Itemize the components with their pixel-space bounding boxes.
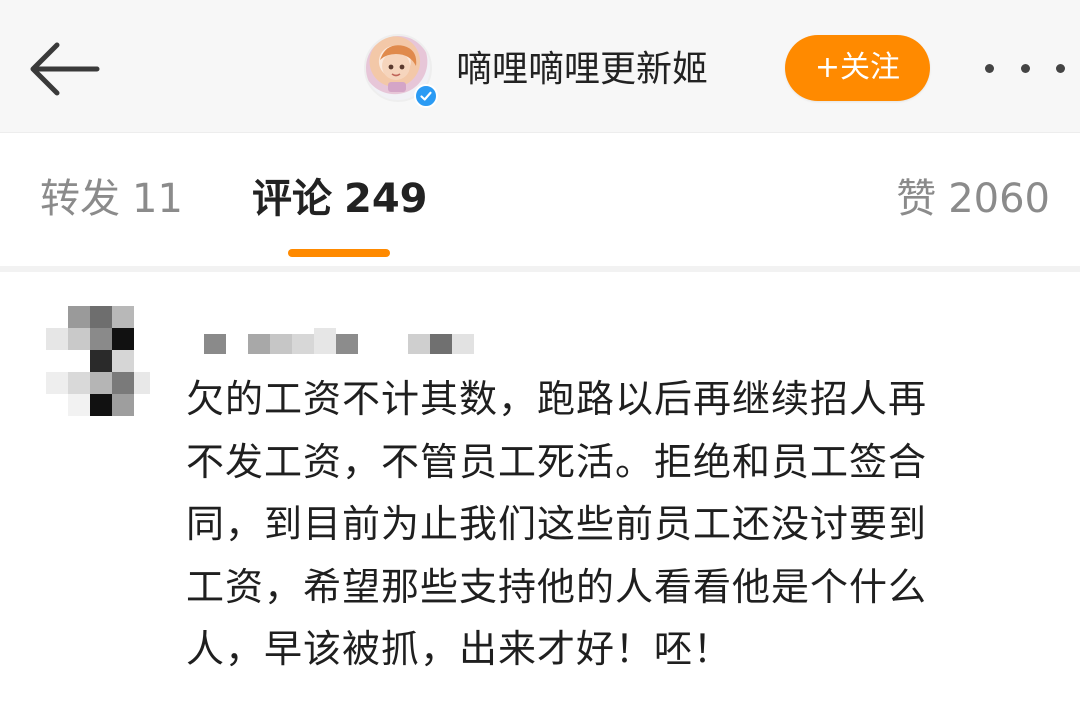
interaction-tabs: 转发 11 评论 249 赞 2060: [0, 132, 1080, 267]
weibo-post-comments-page: 嘀哩嘀哩更新姬 +关注 转发 11 评论 249 赞 2060 欠的工资不计其数…: [0, 0, 1080, 705]
tab-reposts[interactable]: 转发 11: [40, 169, 183, 229]
top-bar: 嘀哩嘀哩更新姬 +关注: [0, 0, 1080, 132]
tab-reposts-count: 11: [132, 176, 183, 222]
more-dots-icon: [1020, 63, 1030, 73]
comment-line: 欠的工资不计其数，跑路以后再继续招人再: [186, 377, 928, 421]
comment-line: 同，到目前为止我们这些前员工还没讨要到: [186, 502, 928, 546]
tab-likes-label: 赞: [896, 176, 937, 222]
commenter-name-pixelated[interactable]: [200, 328, 500, 358]
tab-comments-count: 249: [344, 176, 428, 222]
author-username[interactable]: 嘀哩嘀哩更新姬: [456, 46, 708, 94]
author-avatar[interactable]: [364, 34, 438, 108]
section-divider: [0, 266, 1080, 272]
comment-line: 不发工资，不管员工死活。拒绝和员工签合: [186, 439, 928, 484]
tab-likes-count: 2060: [948, 176, 1050, 222]
comment-line: 人，早该被抓，出来才好！呸！: [186, 627, 733, 671]
more-options-button[interactable]: [985, 48, 1065, 88]
tab-likes[interactable]: 赞 2060: [896, 169, 1050, 229]
comment-body: 欠的工资不计其数，跑路以后再继续招人再 不发工资，不管员工死活。拒绝和员工签合 …: [186, 368, 1056, 681]
comment-line: 工资，希望那些支持他的人看看他是个什么: [186, 564, 928, 609]
commenter-avatar[interactable]: [44, 306, 156, 424]
arrow-left-icon: [30, 42, 100, 96]
tab-comments[interactable]: 评论 249: [252, 169, 428, 229]
tab-reposts-label: 转发: [40, 176, 120, 222]
back-button[interactable]: [20, 34, 106, 104]
tab-comments-label: 评论: [252, 176, 332, 222]
active-tab-indicator: [288, 249, 390, 257]
verified-check-icon: [414, 84, 438, 108]
follow-button[interactable]: +关注: [785, 35, 930, 101]
more-dots-icon: [985, 63, 994, 73]
more-dots-icon: [1056, 63, 1065, 73]
